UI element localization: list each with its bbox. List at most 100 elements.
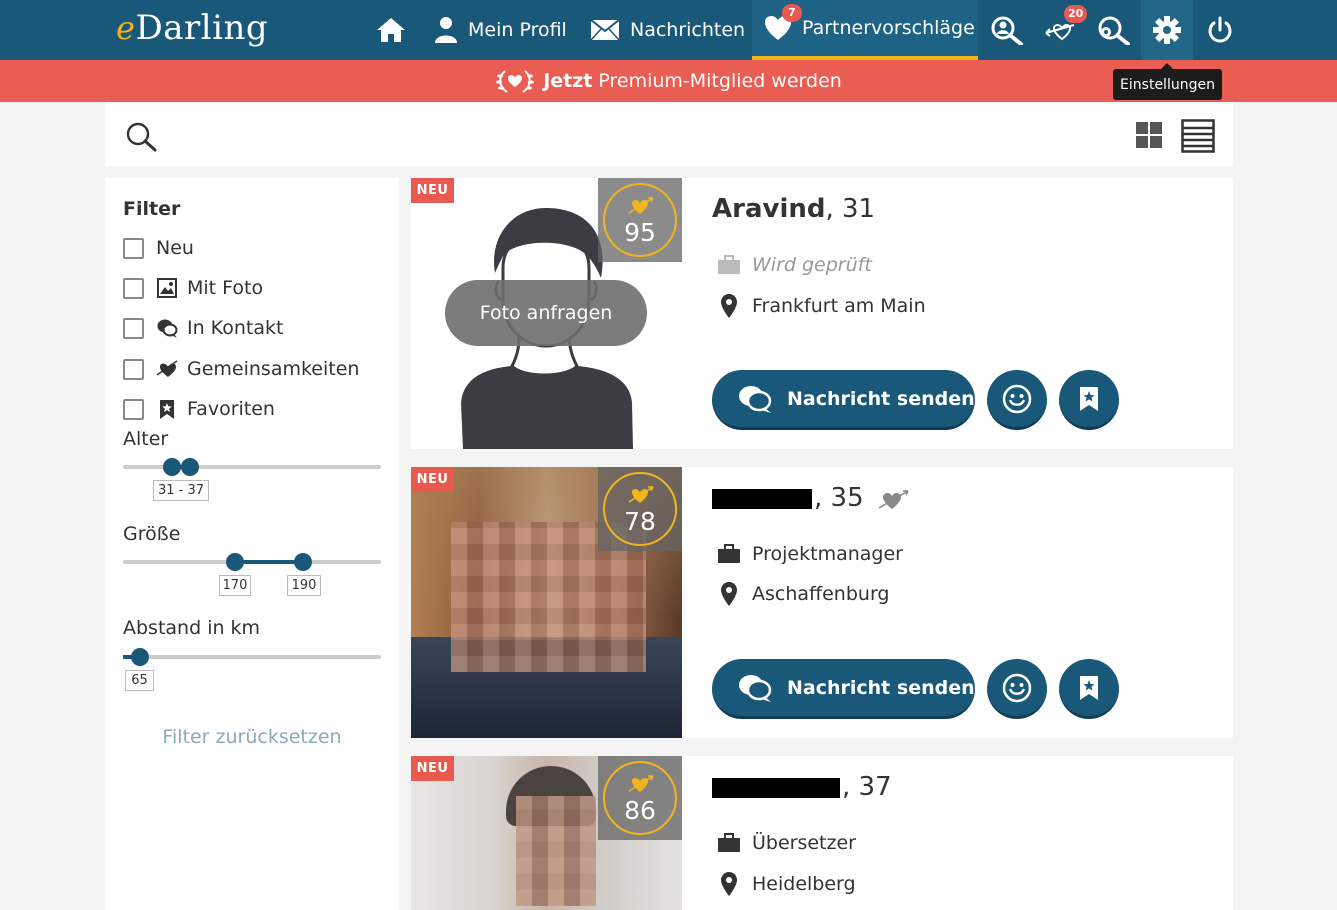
filter-option-in-contact[interactable]: In Kontakt bbox=[123, 316, 283, 340]
location-pin-icon bbox=[721, 872, 737, 896]
height-slider-min-handle[interactable] bbox=[226, 553, 244, 571]
envelope-icon bbox=[590, 19, 620, 41]
nav-partner-suggestions[interactable]: Partnervorschläge 7 bbox=[752, 0, 978, 60]
redacted-name bbox=[712, 777, 840, 798]
filter-sidebar: Filter Neu Mit Foto In Kontakt Gemeinsam… bbox=[105, 178, 399, 910]
person-icon bbox=[435, 17, 457, 43]
profile-city: Frankfurt am Main bbox=[716, 293, 926, 319]
chat-bubbles-icon bbox=[739, 674, 772, 702]
add-favorite-button[interactable] bbox=[1059, 370, 1119, 430]
height-slider-track[interactable] bbox=[123, 560, 381, 564]
reset-filter-link[interactable]: Filter zurücksetzen bbox=[105, 726, 399, 748]
checkbox-common-interests[interactable] bbox=[123, 358, 144, 380]
profile-name[interactable]: Aravind, 31 bbox=[712, 194, 875, 224]
send-message-button[interactable]: Nachricht senden bbox=[712, 370, 975, 430]
grid-view-icon[interactable] bbox=[1135, 121, 1163, 149]
profile-city: Aschaffenburg bbox=[716, 581, 890, 607]
nav-settings[interactable] bbox=[1141, 0, 1193, 60]
search-person-icon bbox=[991, 16, 1023, 45]
profile-job: Wird geprüft bbox=[716, 254, 872, 276]
location-pin-icon bbox=[721, 582, 737, 606]
nav-partner-suggestions-label: Partnervorschläge bbox=[802, 17, 975, 39]
match-score-value: 95 bbox=[624, 218, 656, 247]
briefcase-icon bbox=[718, 255, 740, 274]
age-slider-min-handle[interactable] bbox=[163, 458, 181, 476]
arrow-heart-icon bbox=[628, 486, 654, 503]
nav-my-profile-label: Mein Profil bbox=[468, 19, 567, 41]
redacted-name bbox=[712, 488, 812, 509]
match-score: 95 bbox=[598, 178, 682, 262]
distance-slider-track[interactable] bbox=[123, 655, 381, 659]
profile-card[interactable]: NEU 86 , 37 Übersetzer Heidelberg bbox=[411, 756, 1233, 910]
nav-messages[interactable]: Nachrichten bbox=[590, 0, 745, 60]
send-smile-button[interactable] bbox=[987, 659, 1047, 719]
checkbox-new[interactable] bbox=[123, 237, 144, 259]
send-message-button[interactable]: Nachricht senden bbox=[712, 659, 975, 719]
arrow-heart-icon bbox=[156, 360, 178, 377]
distance-label: Abstand in km bbox=[123, 617, 261, 639]
settings-tooltip: Einstellungen bbox=[1113, 63, 1222, 100]
edarling-logo[interactable]: eDarling bbox=[116, 8, 268, 48]
profile-card[interactable]: Foto anfragen NEU 95 Aravind, 31 Wird ge… bbox=[411, 178, 1233, 449]
briefcase-icon bbox=[718, 544, 740, 563]
checkbox-favorites[interactable] bbox=[123, 398, 144, 420]
smiley-icon bbox=[1002, 673, 1032, 702]
filter-option-label: Favoriten bbox=[187, 398, 275, 420]
filter-option-label: Mit Foto bbox=[187, 277, 264, 299]
profile-city: Heidelberg bbox=[716, 871, 856, 897]
list-view-icon[interactable] bbox=[1181, 119, 1215, 153]
height-slider-range bbox=[235, 560, 303, 564]
profile-name[interactable]: , 37 bbox=[712, 772, 892, 802]
new-badge: NEU bbox=[411, 178, 454, 203]
search-toolbar bbox=[105, 102, 1233, 166]
gear-icon bbox=[1153, 16, 1181, 44]
profile-job: Projektmanager bbox=[716, 543, 903, 565]
send-smile-button[interactable] bbox=[987, 370, 1047, 430]
bookmark-star-icon bbox=[1080, 675, 1098, 700]
home-icon bbox=[377, 18, 405, 42]
promo-bold-text: Jetzt bbox=[543, 70, 593, 92]
nav-search[interactable] bbox=[1096, 0, 1130, 60]
nav-visitors[interactable] bbox=[990, 0, 1024, 60]
nav-smiles[interactable]: 20 bbox=[1044, 0, 1088, 60]
promo-text: Premium-Mitglied werden bbox=[598, 70, 842, 92]
nav-my-profile[interactable]: Mein Profil bbox=[434, 0, 567, 60]
location-pin-icon bbox=[721, 294, 737, 318]
filter-option-common-interests[interactable]: Gemeinsamkeiten bbox=[123, 357, 359, 381]
chat-bubbles-icon bbox=[739, 385, 772, 413]
filter-option-favorites[interactable]: Favoriten bbox=[123, 397, 275, 421]
match-score-value: 86 bbox=[624, 796, 656, 825]
filter-option-new[interactable]: Neu bbox=[123, 236, 194, 260]
request-photo-button[interactable]: Foto anfragen bbox=[445, 280, 647, 346]
match-score: 86 bbox=[598, 756, 682, 840]
common-interest-heart-icon bbox=[878, 489, 909, 509]
nav-home[interactable] bbox=[376, 0, 408, 60]
gear-search-icon bbox=[1098, 16, 1130, 45]
match-score: 78 bbox=[598, 467, 682, 551]
checkbox-with-photo[interactable] bbox=[123, 277, 144, 299]
age-slider-track[interactable] bbox=[123, 465, 381, 469]
checkbox-in-contact[interactable] bbox=[123, 317, 144, 339]
nav-logout[interactable] bbox=[1206, 0, 1234, 60]
filter-option-with-photo[interactable]: Mit Foto bbox=[123, 276, 263, 300]
height-label: Größe bbox=[123, 523, 181, 545]
search-icon[interactable] bbox=[125, 122, 159, 152]
power-icon bbox=[1208, 16, 1232, 43]
age-slider-max-handle[interactable] bbox=[181, 458, 199, 476]
top-navigation: eDarling Mein Profil Nachrichten Partner… bbox=[0, 0, 1337, 60]
arrow-heart-icon bbox=[628, 775, 654, 792]
new-badge: NEU bbox=[411, 467, 454, 492]
filter-option-label: Neu bbox=[156, 237, 194, 259]
bookmark-star-icon bbox=[1080, 386, 1098, 411]
distance-value: 65 bbox=[125, 670, 154, 691]
arrow-heart-icon bbox=[628, 197, 654, 214]
distance-slider-handle[interactable] bbox=[131, 648, 149, 666]
profile-card[interactable]: NEU 78 , 35 Projektmanager Aschaffenburg… bbox=[411, 467, 1233, 738]
chat-bubbles-icon bbox=[157, 319, 178, 338]
height-slider-max-handle[interactable] bbox=[294, 553, 312, 571]
profile-job: Übersetzer bbox=[716, 832, 856, 854]
profile-name[interactable]: , 35 bbox=[712, 483, 910, 513]
add-favorite-button[interactable] bbox=[1059, 659, 1119, 719]
age-label: Alter bbox=[123, 428, 169, 450]
height-max-value: 190 bbox=[287, 575, 321, 596]
